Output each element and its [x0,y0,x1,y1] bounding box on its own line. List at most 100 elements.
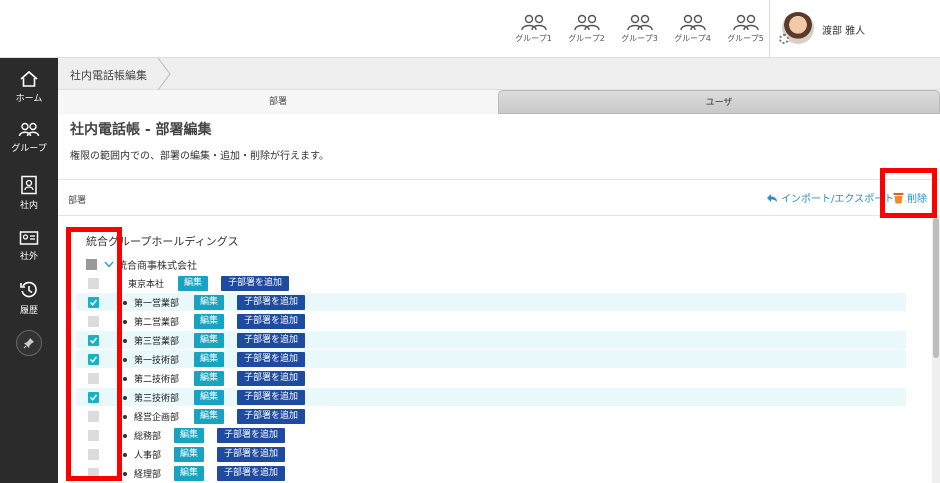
group-icon [732,14,759,31]
import-export-label: インポート/エクスポート [781,194,895,205]
add-child-department-button[interactable]: 子部署を追加 [237,390,306,405]
edit-button[interactable]: 編集 [174,466,205,481]
department-label[interactable]: 経営企画部 [134,410,179,423]
add-child-department-button[interactable]: 子部署を追加 [237,333,306,348]
company-label[interactable]: 統合商事株式会社 [117,257,197,272]
import-export-link[interactable]: インポート/エクスポート [766,190,894,205]
group-icon [520,14,547,31]
add-child-department-button[interactable]: 子部署を追加 [217,466,286,481]
department-label[interactable]: 経理部 [134,467,161,480]
sidebar-item-label: 履歴 [19,306,38,316]
scrollbar-thumb[interactable] [933,218,939,358]
sidebar-item-home[interactable]: ホーム [0,70,58,104]
tree-bullet [123,472,127,476]
settings-gear-icon[interactable] [779,34,789,44]
department-label[interactable]: 第二技術部 [134,372,179,385]
group-4-button[interactable]: グループ4 [666,14,719,44]
group-icon [679,14,706,31]
department-label[interactable]: 第三営業部 [134,334,179,347]
divider [58,215,932,216]
department-label[interactable]: 第一技術部 [134,353,179,366]
tab-bar: 部署 ユーザ [58,90,940,114]
sidebar-item-external[interactable]: 社外 [0,230,58,262]
group-1-label: グループ1 [515,34,552,43]
sidebar-item-label: 社内 [19,201,38,211]
add-child-department-button[interactable]: 子部署を追加 [237,409,306,424]
department-label[interactable]: 第二営業部 [134,315,179,328]
app-window: グループ1 グループ2 グループ3 グループ4 グループ5 渡部 雅人 ホーム … [0,0,940,483]
edit-button[interactable]: 編集 [194,314,225,329]
add-child-department-button[interactable]: 子部署を追加 [221,276,290,291]
department-label[interactable]: 第一営業部 [134,296,179,309]
department-label[interactable]: 東京本社 [128,277,164,290]
breadcrumb-chevron-icon [157,58,171,90]
edit-button[interactable]: 編集 [178,276,209,291]
edit-button[interactable]: 編集 [194,352,225,367]
sidebar: ホーム グループ 社内 社外 履歴 [0,58,58,483]
annotation-box-delete [880,168,937,218]
history-icon [20,281,37,298]
group-2-button[interactable]: グループ2 [560,14,613,44]
sidebar-item-label: グループ [11,144,47,154]
department-label[interactable]: 人事部 [134,448,161,461]
sidebar-item-group[interactable]: グループ [0,122,58,154]
add-child-department-button[interactable]: 子部署を追加 [217,428,286,443]
sidebar-item-internal[interactable]: 社内 [0,175,58,211]
department-label[interactable]: 第三技術部 [134,391,179,404]
annotation-box-checkboxes [66,227,122,481]
add-child-department-button[interactable]: 子部署を追加 [237,371,306,386]
add-child-department-button[interactable]: 子部署を追加 [217,447,286,462]
tree-bullet [123,358,127,362]
header-divider [769,0,770,58]
edit-button[interactable]: 編集 [194,409,225,424]
sidebar-item-label: ホーム [15,94,43,104]
tree-bullet [123,396,127,400]
tree-bullet [123,339,127,343]
user-name[interactable]: 渡部 雅人 [822,22,865,37]
edit-button[interactable]: 編集 [194,371,225,386]
internal-contacts-icon [21,175,37,195]
tree-bullet [123,320,127,324]
tree-bullet [123,415,127,419]
reply-arrow-icon [767,193,777,202]
divider [58,179,940,180]
external-card-icon [19,231,39,245]
group-icon [626,14,653,31]
edit-button[interactable]: 編集 [194,333,225,348]
group-4-label: グループ4 [674,34,711,43]
department-label[interactable]: 総務部 [134,429,161,442]
home-icon [20,70,38,87]
edit-button[interactable]: 編集 [174,428,205,443]
breadcrumb-current[interactable]: 社内電話帳編集 [70,67,147,83]
page-title: 社内電話帳 - 部署編集 [70,122,212,138]
edit-button[interactable]: 編集 [174,447,205,462]
group-2-label: グループ2 [568,34,605,43]
sidebar-item-label: 社外 [19,252,38,262]
pin-button[interactable] [16,330,42,356]
add-child-department-button[interactable]: 子部署を追加 [237,295,306,310]
group-5-label: グループ5 [727,34,764,43]
edit-button[interactable]: 編集 [194,390,225,405]
add-child-department-button[interactable]: 子部署を追加 [237,352,306,367]
group-1-button[interactable]: グループ1 [507,14,560,44]
edit-button[interactable]: 編集 [194,295,225,310]
group-3-button[interactable]: グループ3 [613,14,666,44]
tree-bullet [123,301,127,305]
tree-bullet [123,434,127,438]
group-5-button[interactable]: グループ5 [719,14,772,44]
add-child-department-button[interactable]: 子部署を追加 [237,314,306,329]
tab-user[interactable]: ユーザ [498,90,940,114]
top-header: グループ1 グループ2 グループ3 グループ4 グループ5 渡部 雅人 [0,0,940,58]
pin-icon [23,338,34,349]
tree-bullet [123,377,127,381]
group-switcher: グループ1 グループ2 グループ3 グループ4 グループ5 [507,14,772,44]
group-icon [573,14,600,31]
page-description: 権限の範囲内での、部署の編集・追加・削除が行えます。 [70,151,329,162]
section-label: 部署 [68,196,87,206]
group-3-label: グループ3 [621,34,658,43]
group-icon [18,122,40,137]
breadcrumb: 社内電話帳編集 [58,58,940,90]
sidebar-item-history[interactable]: 履歴 [0,280,58,316]
tree-bullet [123,453,127,457]
tab-department[interactable]: 部署 [58,90,498,114]
